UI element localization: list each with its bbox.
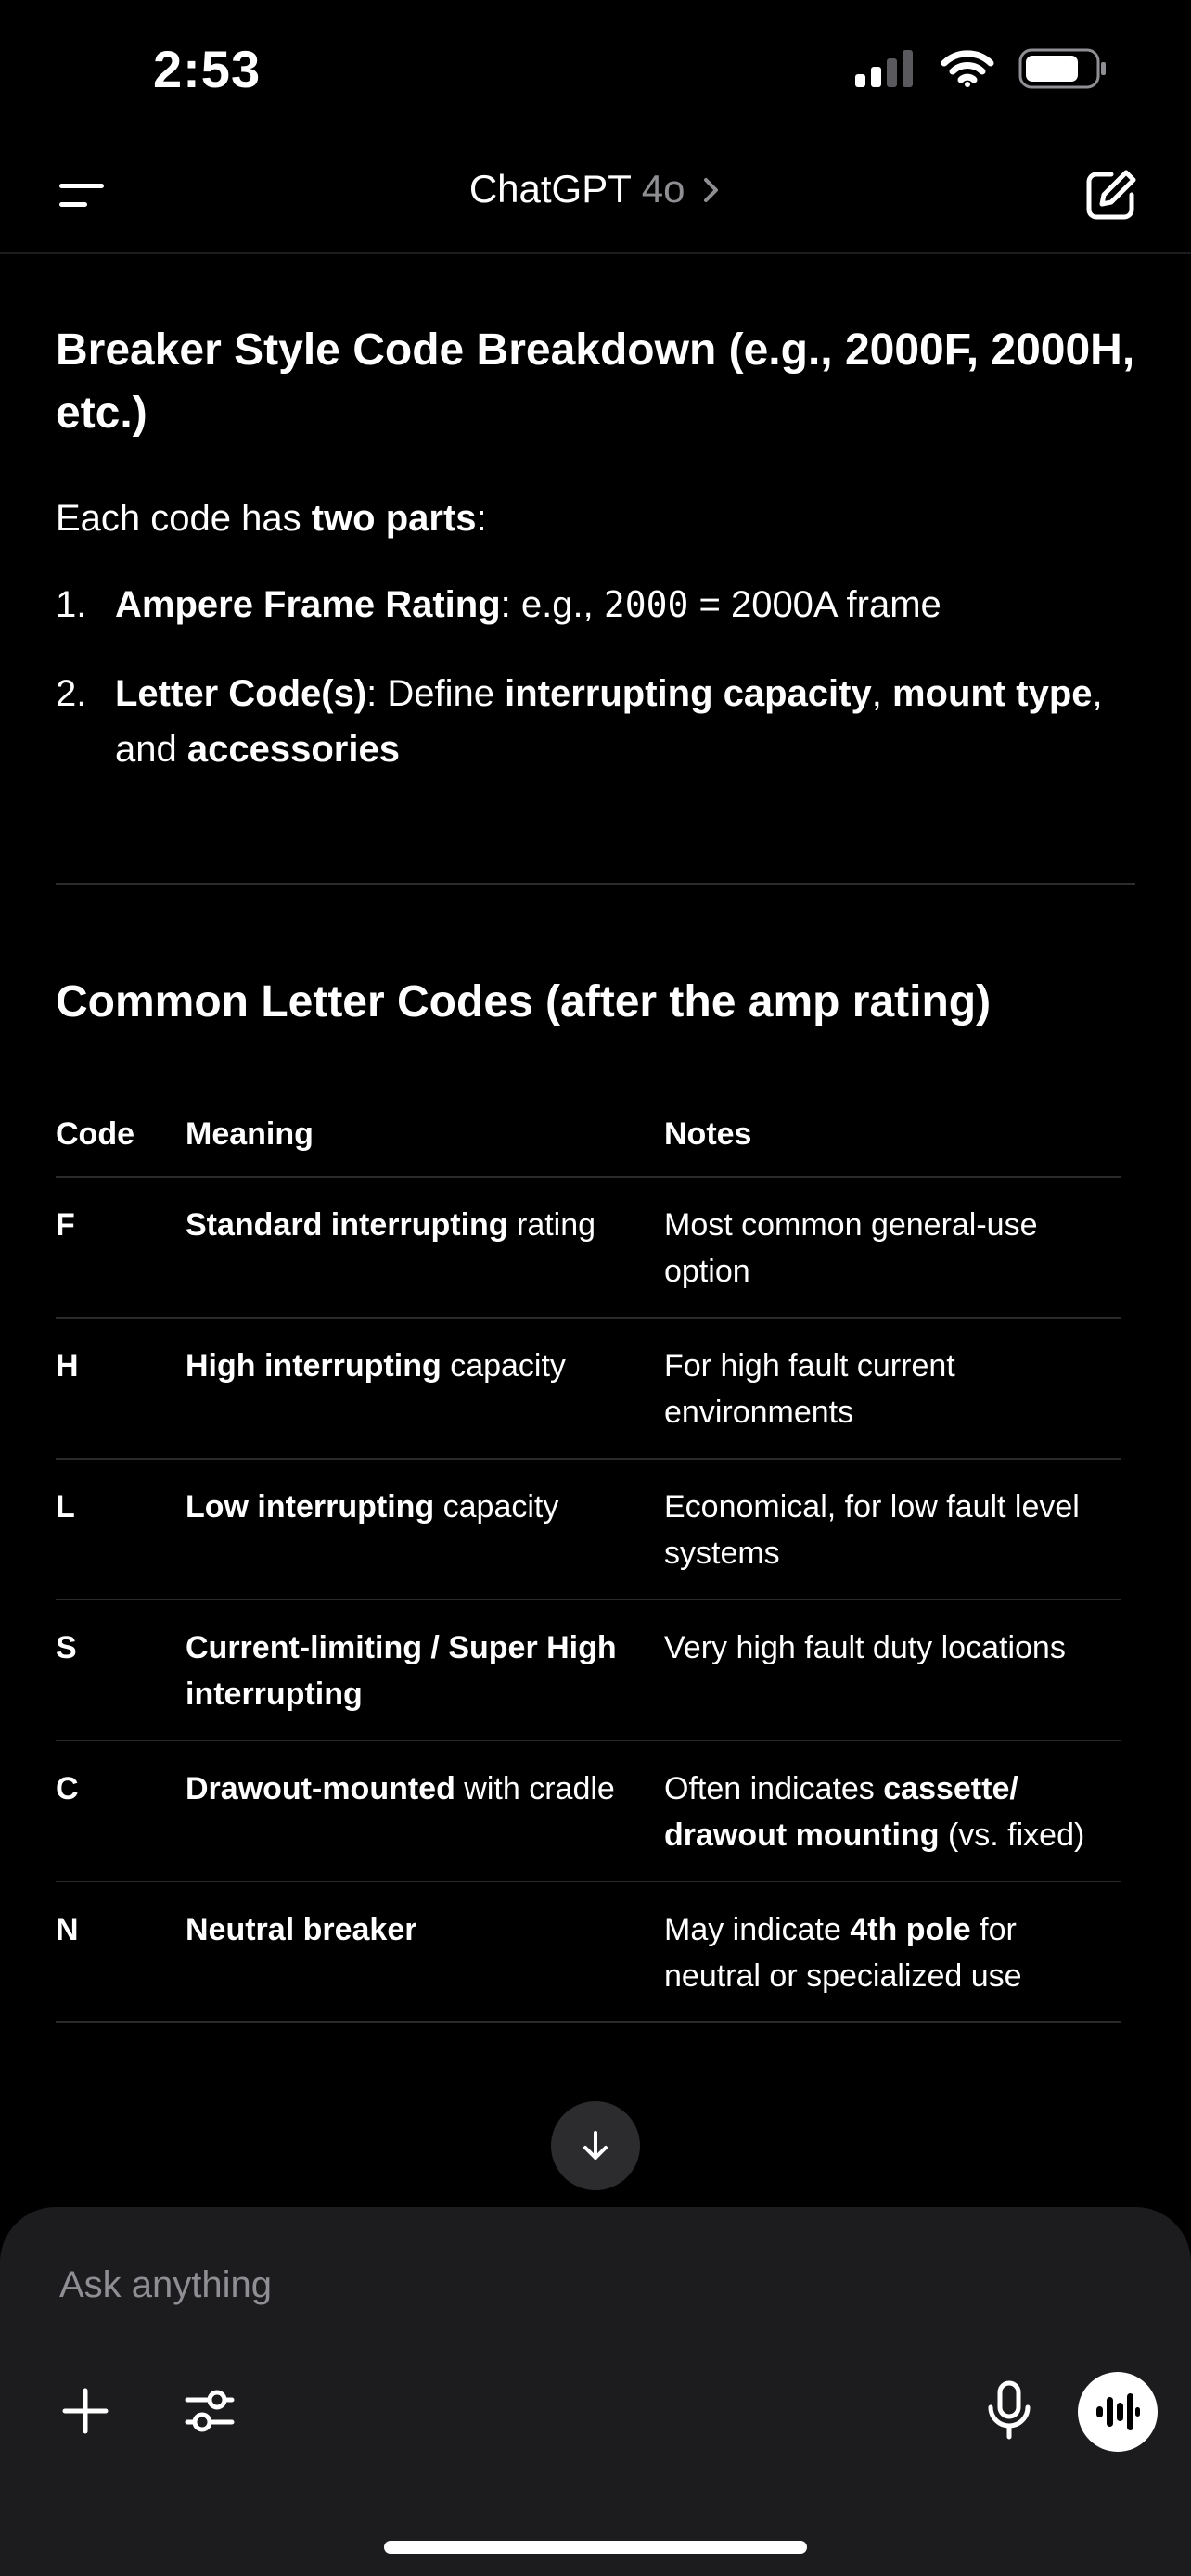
section-heading: Common Letter Codes (after the amp ratin… <box>56 977 992 1027</box>
status-time: 2:53 <box>153 40 262 98</box>
column-header: Code <box>56 1094 186 1178</box>
code-cell: S <box>56 1600 186 1741</box>
code-cell: C <box>56 1741 186 1882</box>
voice-mode-button[interactable] <box>1078 2372 1158 2452</box>
sliders-icon[interactable] <box>182 2383 237 2439</box>
scroll-to-bottom-button[interactable] <box>551 2101 640 2190</box>
microphone-icon[interactable] <box>981 2379 1037 2441</box>
meaning-cell: Low interrupting capacity <box>186 1459 664 1600</box>
model-selector[interactable]: ChatGPT 4o <box>0 167 1191 211</box>
letter-codes-table: Code Meaning Notes F Standard interrupti… <box>56 1094 1121 2023</box>
battery-icon <box>1018 48 1106 89</box>
table-row: N Neutral breaker May indicate 4th pole … <box>56 1881 1121 2023</box>
divider <box>56 883 1135 885</box>
table-header-row: Code Meaning Notes <box>56 1094 1121 1178</box>
meaning-cell: Drawout-mounted with cradle <box>186 1741 664 1882</box>
status-bar: 2:53 <box>0 0 1191 139</box>
top-nav: ChatGPT 4o <box>0 139 1191 254</box>
cellular-signal-icon <box>855 50 913 87</box>
list-item: 2. Letter Code(s): Define interrupting c… <box>56 673 1103 770</box>
arrow-down-icon <box>583 2131 608 2160</box>
column-header: Meaning <box>186 1094 664 1178</box>
intro-text: Each code has two parts: <box>56 498 487 539</box>
notes-cell: May indicate 4th pole for neutral or spe… <box>664 1881 1121 2023</box>
composer <box>0 2207 1191 2576</box>
list-item: 1. Ampere Frame Rating: e.g., 2000 = 200… <box>56 584 941 625</box>
notes-cell: Often indicates cassette/ drawout mounti… <box>664 1741 1121 1882</box>
message-input[interactable] <box>59 2264 987 2306</box>
status-icons <box>855 48 1108 89</box>
voice-mode-icon <box>1096 2393 1140 2430</box>
inline-code: 2000 <box>603 584 689 625</box>
table-row: S Current-limiting / Super High interrup… <box>56 1600 1121 1741</box>
wifi-icon <box>941 50 994 87</box>
column-header: Notes <box>664 1094 1121 1178</box>
new-chat-icon[interactable] <box>1083 167 1139 223</box>
app-title: ChatGPT <box>468 167 632 210</box>
ordered-list: 1. Ampere Frame Rating: e.g., 2000 = 200… <box>56 577 1135 810</box>
code-cell: H <box>56 1318 186 1460</box>
code-cell: F <box>56 1177 186 1319</box>
meaning-cell: Current-limiting / Super High interrupti… <box>186 1600 664 1741</box>
home-indicator <box>384 2541 807 2554</box>
model-name: 4o <box>641 167 685 210</box>
notes-cell: Most common general-use option <box>664 1177 1121 1319</box>
notes-cell: Very high fault duty locations <box>664 1600 1121 1741</box>
meaning-cell: High interrupting capacity <box>186 1318 664 1460</box>
table-row: H High interrupting capacity For high fa… <box>56 1318 1121 1460</box>
chevron-right-icon <box>704 178 719 202</box>
code-cell: N <box>56 1881 186 2023</box>
table-row: L Low interrupting capacity Economical, … <box>56 1459 1121 1600</box>
notes-cell: Economical, for low fault level systems <box>664 1459 1121 1600</box>
message-heading: Breaker Style Code Breakdown (e.g., 2000… <box>56 325 1135 438</box>
meaning-cell: Neutral breaker <box>186 1881 664 2023</box>
meaning-cell: Standard interrupting rating <box>186 1177 664 1319</box>
code-cell: L <box>56 1459 186 1600</box>
table-row: F Standard interrupting rating Most comm… <box>56 1177 1121 1319</box>
plus-icon[interactable] <box>58 2383 113 2439</box>
table-row: C Drawout-mounted with cradle Often indi… <box>56 1741 1121 1882</box>
notes-cell: For high fault current environments <box>664 1318 1121 1460</box>
